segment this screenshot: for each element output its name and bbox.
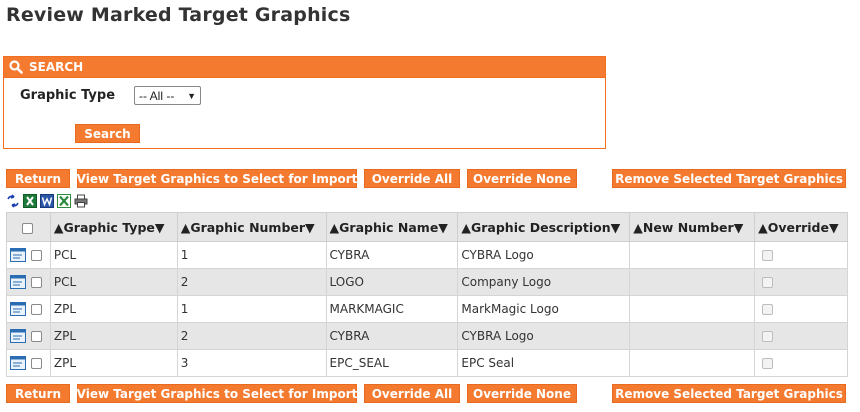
override-checkbox[interactable] bbox=[762, 304, 774, 315]
col-header-override[interactable]: ▲Override▼ bbox=[754, 212, 848, 242]
search-header[interactable]: SEARCH bbox=[4, 57, 605, 78]
graphic-type-value: -- All -- bbox=[139, 88, 175, 103]
row-select-cell bbox=[6, 349, 51, 377]
override-all-button-top[interactable]: Override All bbox=[364, 169, 460, 188]
cell-graphic-type: ZPL bbox=[49, 295, 178, 323]
col-header-graphic-name[interactable]: ▲Graphic Name▼ bbox=[325, 212, 459, 242]
edit-icon[interactable] bbox=[10, 302, 26, 317]
table-row: PCL 2 LOGO Company Logo bbox=[6, 268, 848, 296]
cell-graphic-name: CYBRA bbox=[325, 241, 459, 269]
override-checkbox[interactable] bbox=[762, 277, 774, 288]
edit-icon[interactable] bbox=[10, 356, 26, 371]
override-all-button-bottom[interactable]: Override All bbox=[364, 384, 460, 403]
cell-graphic-description: MarkMagic Logo bbox=[457, 295, 631, 323]
cell-graphic-name: EPC_SEAL bbox=[325, 349, 459, 377]
excel-icon[interactable] bbox=[23, 194, 37, 208]
row-checkbox[interactable] bbox=[31, 249, 42, 261]
cell-graphic-name: LOGO bbox=[325, 268, 459, 296]
row-select-cell bbox=[6, 322, 51, 350]
col-header-graphic-type[interactable]: ▲Graphic Type▼ bbox=[49, 212, 178, 242]
cell-new-number bbox=[629, 322, 756, 350]
col-label: New Number bbox=[642, 219, 734, 235]
table-row: PCL 1 CYBRA CYBRA Logo bbox=[6, 241, 848, 269]
cell-override bbox=[754, 268, 848, 296]
cell-graphic-description: Company Logo bbox=[457, 268, 631, 296]
cell-graphic-type: PCL bbox=[49, 241, 178, 269]
cell-new-number bbox=[629, 241, 756, 269]
view-target-graphics-button-bottom[interactable]: View Target Graphics to Select for Impor… bbox=[77, 384, 357, 403]
override-checkbox[interactable] bbox=[762, 358, 774, 369]
graphic-type-select[interactable]: -- All -- ▼ bbox=[134, 86, 201, 105]
cell-override bbox=[754, 241, 848, 269]
return-button-bottom[interactable]: Return bbox=[6, 384, 70, 403]
search-header-label: SEARCH bbox=[29, 60, 84, 74]
cell-graphic-number: 2 bbox=[176, 322, 327, 350]
row-checkbox[interactable] bbox=[31, 357, 42, 369]
cell-override bbox=[754, 349, 848, 377]
target-graphics-table: ▲Graphic Type▼ ▲Graphic Number▼ ▲Graphic… bbox=[6, 212, 848, 377]
edit-icon[interactable] bbox=[10, 329, 26, 344]
cell-override bbox=[754, 322, 848, 350]
cell-new-number bbox=[629, 295, 756, 323]
table-header-row: ▲Graphic Type▼ ▲Graphic Number▼ ▲Graphic… bbox=[6, 212, 848, 242]
col-label: Override bbox=[767, 219, 829, 235]
col-header-graphic-description[interactable]: ▲Graphic Description▼ bbox=[457, 212, 631, 242]
table-row: ZPL 2 CYBRA CYBRA Logo bbox=[6, 322, 848, 350]
table-row: ZPL 1 MARKMAGIC MarkMagic Logo bbox=[6, 295, 848, 323]
cell-override bbox=[754, 295, 848, 323]
cell-graphic-type: PCL bbox=[49, 268, 178, 296]
cell-graphic-type: ZPL bbox=[49, 349, 178, 377]
cell-graphic-description: CYBRA Logo bbox=[457, 322, 631, 350]
search-button[interactable]: Search bbox=[75, 124, 140, 143]
word-icon[interactable] bbox=[40, 194, 54, 208]
row-select-cell bbox=[6, 268, 51, 296]
search-panel: SEARCH Graphic Type -- All -- ▼ Search bbox=[3, 56, 606, 149]
return-button-top[interactable]: Return bbox=[6, 169, 70, 188]
cell-graphic-description: EPC Seal bbox=[457, 349, 631, 377]
override-none-button-top[interactable]: Override None bbox=[467, 169, 577, 188]
cell-graphic-number: 1 bbox=[176, 295, 327, 323]
remove-selected-button-bottom[interactable]: Remove Selected Target Graphics bbox=[612, 384, 846, 403]
override-none-button-bottom[interactable]: Override None bbox=[467, 384, 577, 403]
row-checkbox[interactable] bbox=[31, 303, 42, 315]
cell-graphic-name: MARKMAGIC bbox=[325, 295, 459, 323]
csv-icon[interactable] bbox=[57, 194, 71, 208]
view-target-graphics-button-top[interactable]: View Target Graphics to Select for Impor… bbox=[77, 169, 357, 188]
col-label: Graphic Type bbox=[63, 219, 155, 235]
row-checkbox[interactable] bbox=[31, 276, 42, 288]
chevron-down-icon: ▼ bbox=[187, 90, 196, 101]
search-icon bbox=[9, 60, 23, 74]
col-header-new-number[interactable]: ▲New Number▼ bbox=[629, 212, 756, 242]
select-all-header bbox=[6, 212, 51, 242]
col-label: Graphic Description bbox=[471, 219, 611, 235]
col-label: Graphic Name bbox=[339, 219, 439, 235]
cell-graphic-number: 3 bbox=[176, 349, 327, 377]
table-row: ZPL 3 EPC_SEAL EPC Seal bbox=[6, 349, 848, 377]
cell-new-number bbox=[629, 268, 756, 296]
cell-graphic-number: 1 bbox=[176, 241, 327, 269]
cell-new-number bbox=[629, 349, 756, 377]
row-select-cell bbox=[6, 241, 51, 269]
cell-graphic-type: ZPL bbox=[49, 322, 178, 350]
page-title: Review Marked Target Graphics bbox=[6, 4, 351, 26]
select-all-checkbox[interactable] bbox=[22, 222, 33, 234]
print-icon[interactable] bbox=[74, 194, 88, 208]
row-checkbox[interactable] bbox=[31, 330, 42, 342]
export-toolbar bbox=[6, 194, 88, 210]
graphic-type-label: Graphic Type bbox=[20, 88, 116, 103]
edit-icon[interactable] bbox=[10, 275, 26, 290]
remove-selected-button-top[interactable]: Remove Selected Target Graphics bbox=[612, 169, 846, 188]
cell-graphic-number: 2 bbox=[176, 268, 327, 296]
col-header-graphic-number[interactable]: ▲Graphic Number▼ bbox=[176, 212, 327, 242]
cell-graphic-description: CYBRA Logo bbox=[457, 241, 631, 269]
col-label: Graphic Number bbox=[190, 219, 306, 235]
row-select-cell bbox=[6, 295, 51, 323]
refresh-icon[interactable] bbox=[6, 194, 20, 208]
cell-graphic-name: CYBRA bbox=[325, 322, 459, 350]
edit-icon[interactable] bbox=[10, 248, 26, 263]
override-checkbox[interactable] bbox=[762, 331, 774, 342]
override-checkbox[interactable] bbox=[762, 250, 774, 261]
